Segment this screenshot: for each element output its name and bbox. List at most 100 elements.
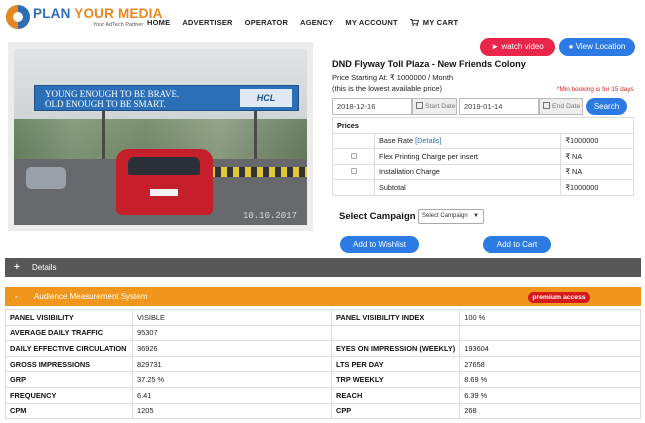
metric-label: DAILY EFFECTIVE CIRCULATION [5,340,133,357]
nav-advertiser[interactable]: ADVERTISER [182,18,232,27]
table-row: AVERAGE DAILY TRAFFIC 95307 [5,324,641,342]
metric-label: TRP WEEKLY [330,371,461,388]
logo[interactable]: PLAN YOUR MEDIA Your AdTech Partner [6,4,162,32]
prices-header-row: Prices [332,117,634,134]
details-toggle-bar[interactable]: + Details [5,258,641,277]
cart-icon [409,19,419,26]
metric-label: CPM [5,402,133,420]
logo-mark-icon [6,5,30,29]
listing-title: DND Flyway Toll Plaza - New Friends Colo… [332,59,526,69]
add-to-wishlist-button[interactable]: Add to Wishlist [340,236,419,253]
video-icon: ► [491,42,500,51]
metric-value: 27658 [459,355,641,373]
flex-printing-value: ₹ NA [560,148,634,165]
billboard-panel: YOUNG ENOUGH TO BE BRAVE. OLD ENOUGH TO … [34,85,299,111]
table-row: Flex Printing Charge per insert ₹ NA [332,148,634,165]
metric-label: REACH [330,386,461,404]
audience-metrics-table: PANEL VISIBILITY VISIBLE PANEL VISIBILIT… [5,309,641,420]
metric-value: 829731 [132,355,332,373]
metric-label [330,324,461,342]
metric-value: 1205 [132,402,332,420]
nav-agency[interactable]: AGENCY [300,18,333,27]
billboard-copy: YOUNG ENOUGH TO BE BRAVE. OLD ENOUGH TO … [45,89,180,109]
table-row: GROSS IMPRESSIONS 829731 LTS PER DAY 276… [5,355,641,373]
logo-title: PLAN YOUR MEDIA [33,6,163,21]
calendar-icon [543,102,550,109]
photo-date-watermark: 10.10.2017 [242,211,297,221]
main-nav: HOME ADVERTISER OPERATOR AGENCY MY ACCOU… [147,18,470,27]
installation-label: Installation Charge [373,163,562,180]
audience-label: Audience Measurement System [34,292,148,301]
prices-table: Prices Base Rate [Details] ₹1000000 Flex… [332,117,634,196]
metric-value: 6.41 [132,386,332,404]
metric-label: PANEL VISIBILITY [5,309,133,326]
metric-value: 8.69 % [459,371,641,388]
metric-label: CPP [330,402,461,420]
nav-my-account[interactable]: MY ACCOUNT [345,18,397,27]
billboard-brand-logo: HCL [240,89,292,107]
metric-value: VISIBLE [132,309,332,326]
site-header: PLAN YOUR MEDIA Your AdTech Partner HOME… [0,0,645,36]
view-location-button[interactable]: ● View Location [559,38,635,56]
metric-value: 193604 [459,340,641,357]
nav-operator[interactable]: OPERATOR [245,18,288,27]
table-row: Installation Charge ₹ NA [332,163,634,180]
billboard-photo: YOUNG ENOUGH TO BE BRAVE. OLD ENOUGH TO … [8,42,313,231]
metric-label: EYES ON IMPRESSION (WEEKLY) [330,340,461,357]
start-date-input[interactable]: 2018-12-16 [332,98,412,115]
metric-label: AVERAGE DAILY TRAFFIC [5,324,133,342]
price-starting: Price Starting At: ₹ 1000000 / Month [332,73,454,82]
logo-tagline: Your AdTech Partner [93,22,144,28]
road-divider [209,167,307,177]
prices-header: Prices [332,117,634,134]
end-date-addon[interactable]: End Date [539,98,583,115]
metric-label: GRP [5,371,133,388]
installation-checkbox[interactable] [350,168,357,175]
expand-icon: + [14,262,20,273]
base-rate-details-link[interactable]: [Details] [415,136,441,145]
car-red [116,149,213,215]
metric-value [459,324,641,342]
table-row: GRP 37.25 % TRP WEEKLY 8.69 % [5,371,641,388]
start-date-addon[interactable]: Start Date [412,98,457,115]
details-label: Details [32,263,57,272]
metric-value: 37.25 % [132,371,332,388]
installation-value: ₹ NA [560,163,634,180]
billboard-image: YOUNG ENOUGH TO BE BRAVE. OLD ENOUGH TO … [14,49,307,225]
base-rate-value: ₹1000000 [560,132,634,149]
flex-printing-checkbox[interactable] [350,152,357,159]
metric-value: 268 [459,402,641,420]
campaign-select[interactable]: Select Campaign ▼ [418,209,484,224]
flex-printing-label: Flex Printing Charge per insert [373,148,562,165]
add-to-cart-button[interactable]: Add to Cart [483,236,551,253]
metric-label: FREQUENCY [5,386,133,404]
table-row: Base Rate [Details] ₹1000000 [332,132,634,149]
collapse-icon: - [15,292,18,301]
metric-value: 95307 [132,324,332,342]
watch-video-button[interactable]: ► watch video [480,38,555,56]
end-date-input[interactable]: 2019-01-14 [459,98,539,115]
nav-home[interactable]: HOME [147,18,170,27]
metric-value: 6.39 % [459,386,641,404]
nav-my-cart[interactable]: MY CART [409,18,458,27]
table-row: CPM 1205 CPP 268 [5,402,641,420]
table-row: DAILY EFFECTIVE CIRCULATION 36926 EYES O… [5,340,641,357]
lowest-price-note: (this is the lowest available price) [332,84,443,93]
select-campaign-label: Select Campaign [339,211,416,222]
search-button[interactable]: Search [586,98,627,115]
calendar-icon [416,102,423,109]
premium-access-badge: premium access [528,292,590,303]
min-booking-note: *Min booking is for 15 days [557,86,634,93]
metric-label: PANEL VISIBILITY INDEX [330,309,461,326]
subtotal-label: Subtotal [373,179,562,196]
metric-value: 100 % [459,309,641,326]
car-left [26,167,66,189]
metric-value: 36926 [132,340,332,357]
metric-label: LTS PER DAY [330,355,461,373]
map-marker-icon: ● [568,42,574,51]
chevron-down-icon: ▼ [473,213,479,219]
table-row: Subtotal ₹1000000 [332,179,634,196]
table-row: FREQUENCY 6.41 REACH 6.39 % [5,386,641,404]
metric-label: GROSS IMPRESSIONS [5,355,133,373]
table-row: PANEL VISIBILITY VISIBLE PANEL VISIBILIT… [5,309,641,326]
